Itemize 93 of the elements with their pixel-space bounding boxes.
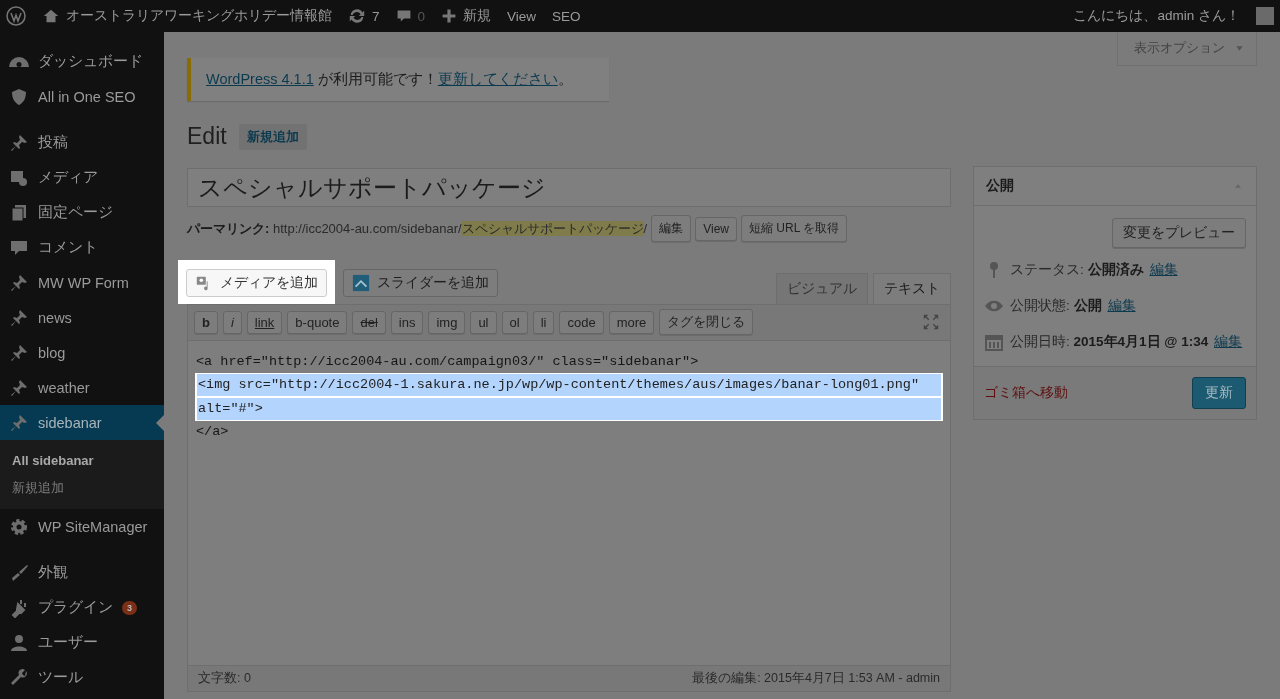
editor-tab[interactable]: ビジュアル: [776, 273, 868, 304]
menu-item[interactable]: ダッシュボード: [0, 44, 164, 79]
add-media-button[interactable]: メディアを追加: [186, 269, 327, 297]
brush-icon: [9, 562, 29, 583]
menu-item[interactable]: コメント: [0, 230, 164, 265]
code-line: <a href="http://icc2004-au.com/campaign03/" class="sidebanar">: [196, 353, 700, 371]
shield-icon: [9, 86, 29, 107]
permalink-button[interactable]: 短縮 URL を取得: [741, 215, 848, 242]
plus-icon: [441, 8, 458, 24]
edit-link[interactable]: 編集: [1149, 261, 1178, 279]
menu-item[interactable]: All in One SEO: [0, 79, 164, 114]
edit-link[interactable]: 編集: [1214, 333, 1243, 351]
menu-item[interactable]: 固定ページ: [0, 195, 164, 230]
gear-icon: [9, 516, 29, 537]
permalink-slug: スペシャルサポートパッケージ: [461, 220, 644, 236]
pin-icon: [9, 412, 29, 433]
update-badge: 3: [122, 600, 137, 615]
word-count: 文字数: 0: [198, 670, 251, 687]
title-field[interactable]: スペシャルサポートパッケージ: [187, 168, 951, 207]
admin-bar-link[interactable]: SEO: [552, 8, 581, 24]
admin-bar-link[interactable]: View: [507, 8, 537, 24]
wordpress-logo-icon: [6, 6, 26, 26]
preview-button[interactable]: 変更をプレビュー: [1112, 218, 1246, 248]
permalink-button[interactable]: View: [695, 216, 737, 241]
quicktag-button[interactable]: img: [428, 310, 466, 334]
comments-count[interactable]: 0: [417, 8, 426, 24]
editor-tab[interactable]: テキスト: [873, 273, 951, 304]
calendar-icon: [984, 332, 1004, 352]
avatar-icon[interactable]: [1256, 7, 1274, 25]
publish-info: 公開状態: 公開: [1010, 297, 1102, 315]
code-line: </a>: [196, 423, 230, 441]
quicktag-button[interactable]: ins: [390, 310, 424, 334]
pin-icon: [9, 342, 29, 363]
trash-link[interactable]: ゴミ箱へ移動: [984, 384, 1068, 402]
plug-icon: [9, 597, 29, 618]
publish-info: ステータス: 公開済み: [1010, 261, 1144, 279]
menu-item[interactable]: ツール: [0, 660, 164, 695]
menu-item[interactable]: news: [0, 300, 164, 335]
caret-icon: [1235, 43, 1244, 53]
menu-item[interactable]: MW WP Form: [0, 265, 164, 300]
pages-icon: [9, 202, 29, 223]
pin-icon: [9, 272, 29, 293]
quicktag-button[interactable]: link: [246, 310, 283, 334]
pin-icon: [9, 377, 29, 398]
submenu-item[interactable]: All sidebanar: [12, 446, 164, 474]
panel-title: 公開: [986, 177, 1014, 195]
add-slider-button[interactable]: スライダーを追加: [343, 269, 498, 297]
menu-item[interactable]: ユーザー: [0, 625, 164, 660]
updates-count[interactable]: 7: [372, 8, 380, 24]
menu-item[interactable]: 外観: [0, 555, 164, 590]
menu-item[interactable]: sidebanar: [0, 405, 164, 440]
site-title-link[interactable]: オーストラリアワーキングホリデー情報館: [66, 7, 332, 25]
quicktag-button[interactable]: more: [608, 310, 655, 334]
menu-item[interactable]: プラグイン 3: [0, 590, 164, 625]
update-notice: WordPress 4.1.1 が利用可能です！更新してください。: [187, 58, 609, 101]
page-title: Edit: [187, 123, 227, 150]
quicktag-button[interactable]: del: [352, 310, 386, 334]
refresh-icon: [348, 7, 366, 25]
last-edit-text: 最後の編集: 2015年4月7日 1:53 AM - admin: [692, 670, 940, 687]
new-link[interactable]: 新規: [463, 7, 492, 25]
slider-icon: [352, 274, 370, 292]
menu-item[interactable]: blog: [0, 335, 164, 370]
wrench-icon: [9, 667, 29, 688]
pin-icon: [9, 307, 29, 328]
quicktag-button[interactable]: b: [194, 310, 218, 334]
fullscreen-icon: [922, 313, 940, 331]
greeting-link[interactable]: こんにちは、admin さん！: [1073, 7, 1240, 25]
permalink-button[interactable]: 編集: [651, 215, 692, 242]
quicktag-button[interactable]: li: [532, 310, 555, 334]
user-icon: [9, 632, 29, 653]
edit-link[interactable]: 編集: [1107, 297, 1136, 315]
pin-icon: [9, 132, 29, 153]
code-editor[interactable]: <a href="http://icc2004-au.com/campaign03/" class="sidebanar"> <img src="http://icc2004-1.sakura.ne.jp/wp/wp-content/themes/aus/images/banar-long01.png" alt="#"> </a>: [188, 341, 950, 665]
quicktag-button[interactable]: i: [222, 310, 242, 334]
permalink-text: パーマリンク: http://icc2004-au.com/sidebanar/スペシャルサポートパッケージ/: [187, 219, 648, 238]
quicktag-button[interactable]: タグを閉じる: [659, 309, 754, 335]
quicktag-button[interactable]: b-quote: [287, 310, 348, 334]
menu-item[interactable]: 投稿: [0, 125, 164, 160]
gauge-icon: [9, 56, 29, 67]
menu-item[interactable]: weather: [0, 370, 164, 405]
publish-info: 公開日時: 2015年4月1日 @ 1:34: [1010, 333, 1209, 351]
notice-link[interactable]: 更新してください: [437, 71, 558, 87]
quicktag-button[interactable]: ol: [501, 310, 528, 334]
home-icon: [42, 7, 60, 25]
quicktag-button[interactable]: code: [559, 310, 604, 334]
menu-item[interactable]: メディア: [0, 160, 164, 195]
menu-item[interactable]: WP SiteManager: [0, 509, 164, 544]
notice-link[interactable]: WordPress 4.1.1: [206, 71, 314, 87]
submenu-item[interactable]: 新規追加: [12, 474, 164, 502]
add-new-button[interactable]: 新規追加: [238, 123, 307, 150]
quicktag-button[interactable]: ul: [470, 310, 497, 334]
comment-icon: [395, 8, 412, 24]
update-button[interactable]: 更新: [1192, 377, 1246, 409]
